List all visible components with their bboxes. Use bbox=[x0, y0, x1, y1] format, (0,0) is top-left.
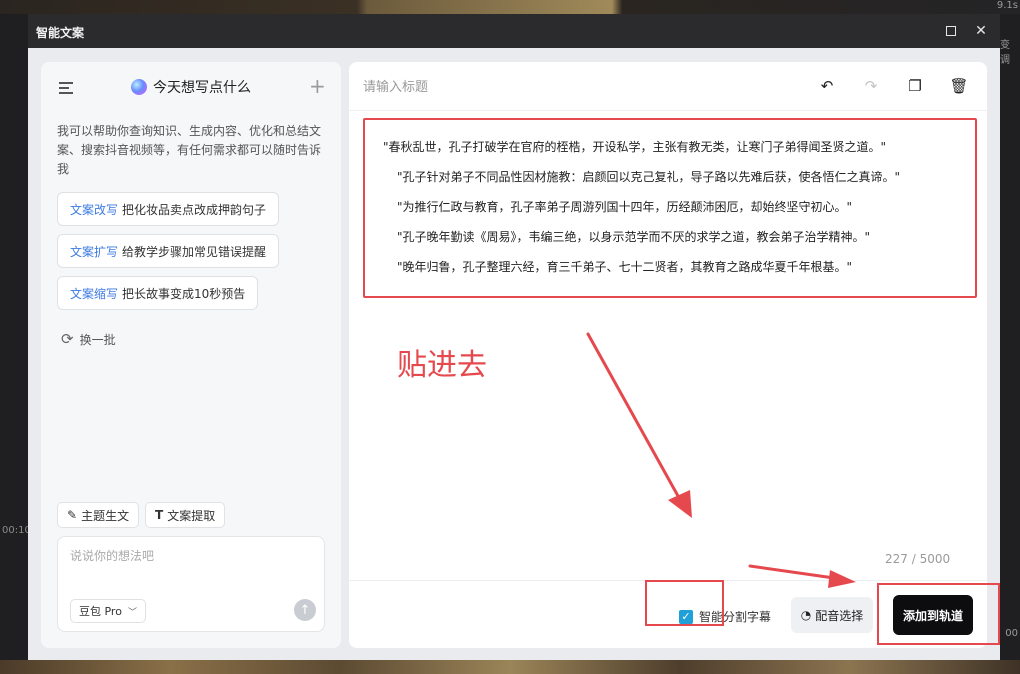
new-chat-plus-icon[interactable]: + bbox=[309, 76, 326, 96]
maximize-icon[interactable] bbox=[942, 22, 960, 40]
text-icon: T bbox=[155, 508, 164, 522]
content-line: "春秋乱世，孔子打破学在官府的桎梏，开设私学，主张有教无类，让寒门子弟得闻圣贤之… bbox=[383, 140, 887, 154]
send-button[interactable]: ↑ bbox=[294, 599, 316, 621]
background-app-bottom bbox=[0, 660, 1020, 674]
content-line: "晚年归鲁，孔子整理六经，育三千弟子、七十二贤者，其教育之路成华夏千年根基。" bbox=[397, 260, 853, 274]
trash-icon[interactable]: 🗑 bbox=[949, 76, 969, 96]
background-app-top bbox=[0, 0, 1020, 14]
chevron-down-icon: ﹀ bbox=[127, 607, 137, 618]
arrow-up-icon: ↑ bbox=[299, 602, 311, 618]
editor-panel: ↶ ↷ ❐ 🗑 "春秋乱世，孔子打破学在官府的桎梏，开设私学，主张有教无类，让寒… bbox=[349, 62, 987, 648]
title-input[interactable] bbox=[363, 74, 783, 100]
model-select[interactable]: 豆包 Pro ﹀ bbox=[70, 599, 146, 623]
assistant-title: 今天想写点什么 bbox=[153, 79, 251, 95]
theme-generate-button[interactable]: ✎ 主题生文 bbox=[57, 502, 140, 528]
chat-input-box: 豆包 Pro ﹀ ↑ bbox=[57, 536, 325, 632]
menu-icon[interactable] bbox=[59, 82, 73, 94]
smart-copy-dialog: 智能文案 ✕ 今天想写点什么 + 我可以帮助你查询知识、生成内容、优化和总结文案… bbox=[28, 14, 1000, 660]
annotation-box-checkbox bbox=[645, 580, 724, 626]
suggestion-text: 把化妆品卖点改成押韵句子 bbox=[122, 202, 267, 217]
copy-icon[interactable]: ❐ bbox=[905, 76, 925, 96]
background-label: 变调 bbox=[1000, 40, 1010, 66]
background-timecode: 00:10 bbox=[2, 525, 31, 536]
assistant-description: 我可以帮助你查询知识、生成内容、优化和总结文案、搜索抖音视频等，有任何需求都可以… bbox=[57, 124, 322, 176]
model-label: 豆包 Pro bbox=[79, 605, 122, 618]
suggestion-text: 把长故事变成10秒预告 bbox=[122, 286, 246, 301]
close-icon[interactable]: ✕ bbox=[972, 22, 990, 40]
background-app-left: 00:10 bbox=[0, 14, 31, 674]
suggestion-chip[interactable]: 文案缩写 把长故事变成10秒预告 bbox=[57, 276, 259, 310]
annotation-paste-here: 贴进去 bbox=[397, 348, 487, 383]
char-counter: 227 / 5000 bbox=[885, 552, 951, 566]
content-line: "为推行仁政与教育，孔子率弟子周游列国十四年，历经颠沛困厄，却始终坚守初心。" bbox=[397, 200, 853, 214]
annotation-box-add-button bbox=[877, 583, 1000, 645]
suggestion-tag: 文案缩写 bbox=[70, 286, 119, 301]
refresh-icon: ⟳ bbox=[61, 330, 74, 348]
suggestion-tag: 文案改写 bbox=[70, 202, 119, 217]
suggestion-chip[interactable]: 文案改写 把化妆品卖点改成押韵句子 bbox=[57, 192, 280, 226]
header-divider bbox=[349, 110, 987, 111]
voice-icon: ◔ bbox=[800, 608, 812, 622]
tool-label: 文案提取 bbox=[167, 508, 216, 523]
voice-label: 配音选择 bbox=[815, 608, 864, 623]
content-line: "孔子针对弟子不同品性因材施教：启颜回以克己复礼，导子路以先难后获，使各悟仁之真… bbox=[397, 170, 901, 184]
ai-orb-icon bbox=[131, 79, 147, 95]
magic-wand-icon: ✎ bbox=[67, 508, 78, 522]
content-editor[interactable]: "春秋乱世，孔子打破学在官府的桎梏，开设私学，主张有教无类，让寒门子弟得闻圣贤之… bbox=[363, 118, 977, 298]
background-duration: 9.1s bbox=[996, 0, 1018, 11]
content-line: "孔子晚年勤读《周易》，韦编三绝，以身示范学而不厌的求学之道，教会弟子治学精神。… bbox=[397, 230, 871, 244]
background-timecode-right: 00 bbox=[1005, 628, 1018, 639]
dialog-title: 智能文案 bbox=[36, 26, 85, 40]
assistant-header: 今天想写点什么 + bbox=[41, 62, 341, 110]
voice-select-button[interactable]: ◔ 配音选择 bbox=[791, 597, 873, 633]
refresh-label: 换一批 bbox=[79, 332, 116, 347]
refresh-suggestions-button[interactable]: ⟳ 换一批 bbox=[61, 330, 116, 348]
text-extract-button[interactable]: T 文案提取 bbox=[145, 502, 226, 528]
assistant-panel: 今天想写点什么 + 我可以帮助你查询知识、生成内容、优化和总结文案、搜索抖音视频… bbox=[41, 62, 341, 648]
suggestion-chip[interactable]: 文案扩写 给教学步骤加常见错误提醒 bbox=[57, 234, 280, 268]
redo-icon[interactable]: ↷ bbox=[861, 76, 881, 96]
suggestion-tag: 文案扩写 bbox=[70, 244, 119, 259]
dialog-titlebar: 智能文案 ✕ bbox=[28, 14, 1000, 48]
undo-icon[interactable]: ↶ bbox=[817, 76, 837, 96]
suggestion-text: 给教学步骤加常见错误提醒 bbox=[122, 244, 267, 259]
background-app-right: 9.1s 变调 00 bbox=[997, 0, 1020, 674]
chat-input[interactable] bbox=[70, 547, 314, 587]
tool-label: 主题生文 bbox=[81, 508, 130, 523]
